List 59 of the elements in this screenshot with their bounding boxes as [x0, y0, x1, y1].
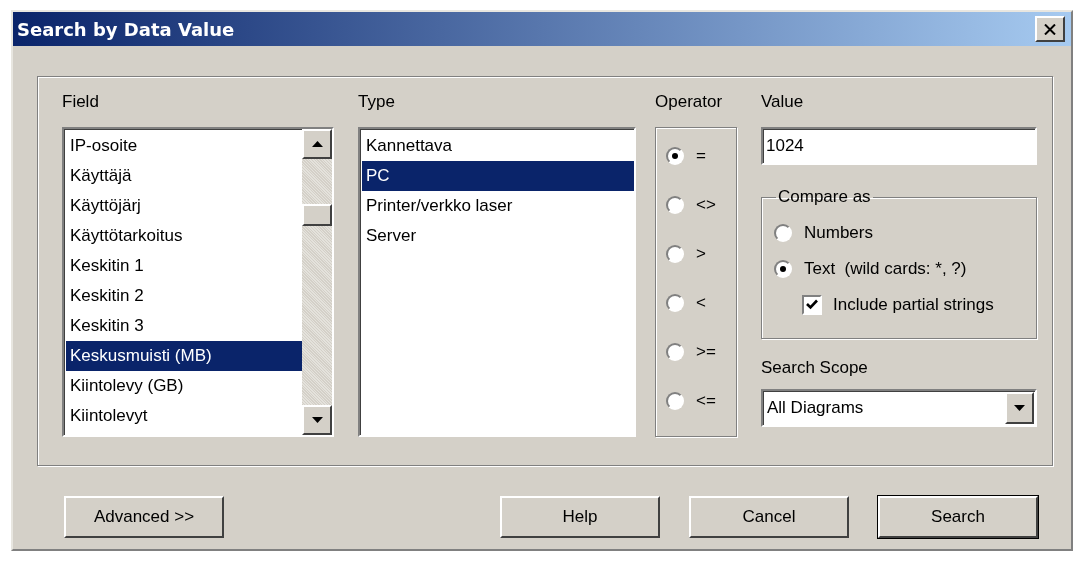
list-item[interactable]: Keskitin 2 — [66, 281, 302, 311]
list-item[interactable]: Keskitin 1 — [66, 251, 302, 281]
close-button[interactable] — [1035, 16, 1065, 42]
dropdown-button[interactable] — [1005, 392, 1034, 424]
radio-label: Text (wild cards: *, ?) — [804, 258, 967, 279]
list-item[interactable]: Käyttäjä — [66, 161, 302, 191]
radio-label: >= — [696, 341, 716, 362]
radio-label: < — [696, 292, 706, 313]
list-item[interactable]: Printer/verkko laser — [362, 191, 634, 221]
radio-button[interactable] — [666, 293, 684, 312]
down-arrow-icon — [311, 417, 323, 423]
scrollbar[interactable] — [302, 129, 332, 435]
list-item[interactable]: Keskitin 3 — [66, 311, 302, 341]
list-item[interactable]: Keskusmuisti (MB) — [66, 341, 302, 371]
list-item[interactable]: Server — [362, 221, 634, 251]
type-label: Type — [358, 91, 396, 113]
radio-label: > — [696, 243, 706, 264]
radio-label: <> — [696, 194, 716, 215]
list-item[interactable]: Kannettava — [362, 131, 634, 161]
caret-icon — [1014, 405, 1025, 411]
search-scope-label: Search Scope — [761, 357, 869, 379]
list-item[interactable]: Kiintolevyt — [66, 401, 302, 431]
type-list[interactable]: Kannettava PC Printer/verkko laser Server — [358, 127, 636, 437]
advanced-button[interactable]: Advanced >> — [64, 496, 224, 538]
radio-button[interactable] — [666, 195, 684, 214]
list-item[interactable]: Käyttötarkoitus — [66, 221, 302, 251]
radio-button[interactable] — [666, 244, 684, 263]
radio-button[interactable] — [666, 146, 684, 165]
dropdown-value: All Diagrams — [767, 398, 864, 418]
scroll-down-button[interactable] — [302, 405, 332, 435]
checkbox-label: Include partial strings — [833, 294, 994, 315]
list-item[interactable]: Käyttöjärj — [66, 191, 302, 221]
radio-button[interactable] — [666, 391, 684, 410]
scroll-thumb[interactable] — [302, 204, 332, 226]
radio-button[interactable] — [774, 223, 792, 242]
search-button[interactable]: Search — [878, 496, 1038, 538]
compare-as-label: Compare as — [777, 187, 872, 207]
radio-button[interactable] — [774, 259, 792, 278]
value-label: Value — [761, 91, 805, 113]
help-button[interactable]: Help — [500, 496, 660, 538]
scroll-up-button[interactable] — [302, 129, 332, 159]
search-scope-dropdown[interactable]: All Diagrams — [761, 389, 1037, 427]
cancel-button[interactable]: Cancel — [689, 496, 849, 538]
close-icon — [1044, 23, 1056, 35]
value-field[interactable]: 1024 — [761, 127, 1037, 165]
operator-label: Operator — [655, 91, 724, 113]
radio-button[interactable] — [666, 342, 684, 361]
radio-label: = — [696, 145, 706, 166]
list-item[interactable]: PC — [362, 161, 634, 191]
window-title: Search by Data Value — [17, 18, 235, 40]
list-item[interactable]: Kiintolevy (GB) — [66, 371, 302, 401]
checkbox[interactable] — [802, 294, 822, 315]
radio-label: <= — [696, 390, 716, 411]
list-item[interactable]: IP-osoite — [66, 131, 302, 161]
field-list[interactable]: IP-osoite Käyttäjä Käyttöjärj Käyttötarkoitus Keskitin 1 Keskitin 2 Keskitin 3 Keskusmuisti (MB) Kiintolevy (GB) Kiintolevyt — [62, 127, 334, 437]
up-arrow-icon — [311, 141, 323, 147]
radio-label: Numbers — [804, 222, 873, 243]
field-label: Field — [62, 91, 100, 113]
checkmark-icon — [806, 299, 818, 310]
